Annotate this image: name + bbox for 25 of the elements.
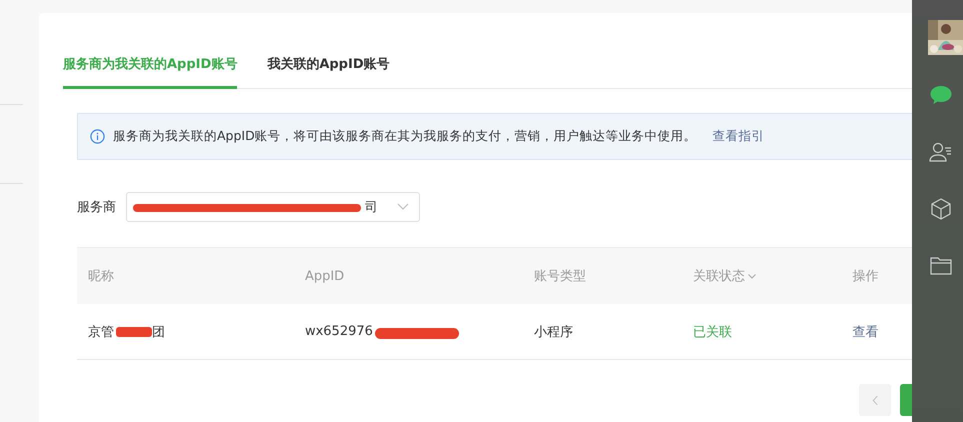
column-header: AppID [304, 268, 344, 284]
column-header: 账号类型 [534, 268, 586, 285]
table-cell: wx652976 [304, 324, 373, 339]
table-cell-text: 京管 [88, 324, 114, 340]
guide-link[interactable]: 查看指引 [712, 128, 765, 145]
tab[interactable]: 我关联的AppID账号 [267, 53, 390, 89]
provider-select[interactable]: 司 [126, 192, 420, 222]
status-text: 已关联 [693, 324, 732, 340]
contacts-icon[interactable] [928, 140, 952, 164]
view-link[interactable]: 查看 [852, 322, 878, 340]
column-header: 昵称 [88, 268, 114, 285]
chat-icon[interactable] [928, 83, 952, 107]
column-header: 操作 [852, 268, 878, 285]
cube-icon[interactable] [928, 197, 952, 221]
chevron-left-icon [872, 394, 878, 406]
column-header: 关联状态 [693, 268, 746, 285]
table-cell-text: 小程序 [534, 324, 573, 340]
tab[interactable]: 服务商为我关联的AppID账号 [63, 53, 238, 89]
table-cell-text: 团 [152, 324, 165, 340]
notice-text: 服务商为我关联的AppID账号，将可由该服务商在其为我服务的支付，营销，用户触达等业务中使用。 [113, 128, 697, 145]
redaction-mark [116, 326, 152, 336]
info-icon [90, 129, 105, 144]
sort-icon[interactable] [748, 274, 756, 278]
chevron-icon [397, 203, 409, 211]
filter-label: 服务商 [77, 199, 116, 216]
